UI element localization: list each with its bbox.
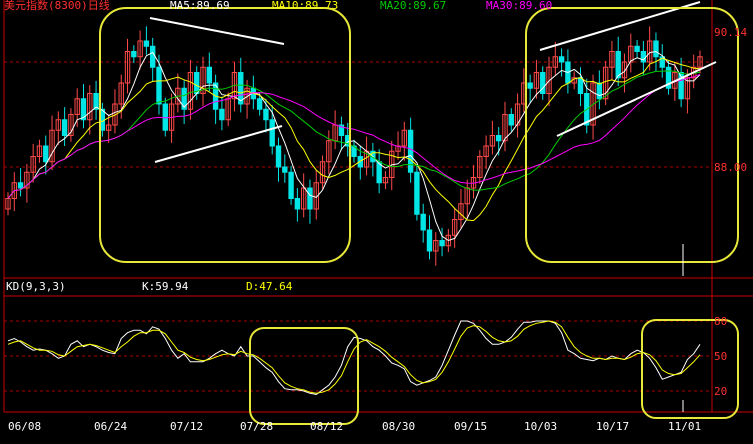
- candle-body: [634, 45, 640, 52]
- candle-body: [143, 40, 150, 47]
- ma10-label: MA10:89.73: [272, 0, 338, 12]
- candle-body: [162, 103, 168, 131]
- candle-body: [653, 40, 659, 58]
- ma20-label: MA20:89.67: [380, 0, 446, 12]
- date-label: 08/12: [310, 420, 343, 433]
- candle-body: [194, 72, 200, 94]
- price-label-top: 90.14: [714, 26, 747, 39]
- candle-body: [495, 135, 502, 142]
- candle-body: [596, 82, 603, 100]
- candle-body: [275, 145, 282, 168]
- candle-body: [508, 114, 514, 126]
- candle-body: [17, 182, 24, 189]
- candle-body: [294, 198, 301, 210]
- kd-axis-50: 50: [714, 350, 727, 363]
- candle-body: [43, 145, 49, 163]
- chart-background: [0, 0, 753, 444]
- date-label: 11/01: [668, 420, 701, 433]
- candle: [288, 165, 294, 205]
- candle-body: [414, 171, 420, 215]
- candle-body: [407, 129, 414, 173]
- kd-indicator-name: KD(9,3,3): [6, 280, 66, 293]
- ma30-label: MA30:89.60: [486, 0, 552, 12]
- candle: [162, 97, 168, 137]
- date-label: 10/17: [596, 420, 629, 433]
- candle-body: [156, 66, 162, 105]
- candle-body: [256, 98, 263, 110]
- price-label-88: 88.00: [714, 161, 747, 174]
- date-label: 08/30: [382, 420, 415, 433]
- kd-axis-20: 20: [714, 385, 727, 398]
- date-label: 07/12: [170, 420, 203, 433]
- candle-body: [263, 108, 269, 121]
- candle-body: [615, 51, 621, 79]
- candle-body: [149, 45, 156, 68]
- kd-k-value: K:59.94: [142, 280, 189, 293]
- candle-body: [426, 229, 433, 252]
- candle-body: [219, 108, 225, 121]
- candle-body: [61, 119, 68, 136]
- candle: [414, 165, 420, 221]
- date-label: 06/08: [8, 420, 41, 433]
- date-label: 10/03: [524, 420, 557, 433]
- kd-axis-80: 80: [714, 315, 727, 328]
- date-label: 09/15: [454, 420, 487, 433]
- candle-body: [269, 119, 275, 147]
- ma5-label: MA5:89.69: [170, 0, 230, 12]
- candle-body: [577, 77, 584, 94]
- candle-body: [640, 51, 647, 63]
- candle-body: [420, 213, 426, 231]
- chart-title: 美元指数(8300)日线: [4, 0, 110, 12]
- candle-body: [288, 171, 294, 199]
- date-label: 06/24: [94, 420, 127, 433]
- candle-body: [558, 56, 565, 63]
- candle-body: [527, 82, 533, 89]
- candle-body: [131, 51, 137, 58]
- chart-canvas: 美元指数(8300)日线 MA5:89.69 MA10:89.73 MA20:8…: [0, 0, 753, 444]
- date-label: 07/28: [240, 420, 273, 433]
- kd-d-value: D:47.64: [246, 280, 293, 293]
- candle-body: [307, 187, 313, 210]
- candle-body: [206, 66, 213, 84]
- candle-body: [282, 166, 288, 173]
- candle-body: [439, 240, 445, 247]
